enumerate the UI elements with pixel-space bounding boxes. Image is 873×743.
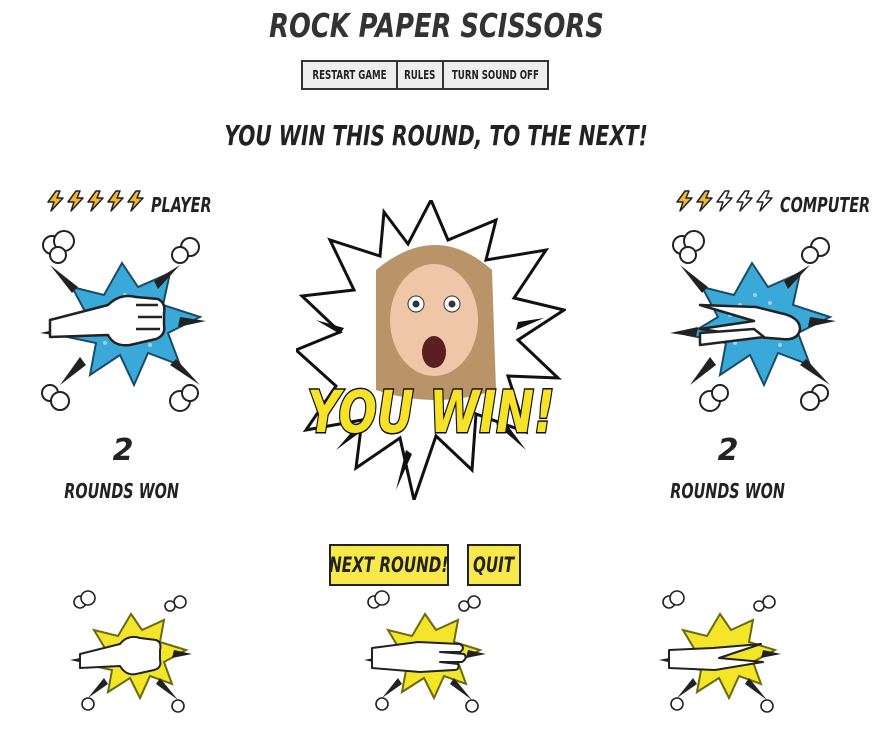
life-bolt-filled-icon: [107, 190, 124, 212]
sound-toggle-button[interactable]: TURN SOUND OFF: [442, 60, 549, 90]
computer-label: COMPUTER: [780, 193, 871, 217]
life-bolt-filled-icon: [67, 190, 84, 212]
quit-button[interactable]: QUIT: [467, 544, 521, 586]
player-label: PLAYER: [151, 193, 212, 217]
life-bolt-filled-icon: [87, 190, 104, 212]
computer-lives: [675, 190, 774, 212]
life-bolt-empty-icon: [716, 190, 733, 212]
player-rounds-won-label: ROUNDS WON: [64, 479, 180, 503]
life-bolt-filled-icon: [47, 190, 64, 212]
life-bolt-filled-icon: [696, 190, 713, 212]
computer-choice-scissors-icon: [670, 230, 836, 412]
restart-game-button[interactable]: RESTART GAME: [301, 60, 398, 90]
life-bolt-filled-icon: [127, 190, 144, 212]
choose-scissors-button[interactable]: [655, 588, 785, 718]
life-bolt-empty-icon: [736, 190, 753, 212]
game-title: ROCK PAPER SCISSORS: [269, 6, 604, 45]
scissors-icon: [659, 590, 781, 713]
player-lives: [46, 190, 145, 212]
round-message: YOU WIN THIS ROUND, TO THE NEXT!: [224, 119, 649, 152]
computer-rounds-won-label: ROUNDS WON: [670, 479, 786, 503]
rules-button[interactable]: RULES: [396, 60, 444, 90]
life-bolt-filled-icon: [676, 190, 693, 212]
top-toolbar: RESTART GAME RULES TURN SOUND OFF: [301, 60, 549, 90]
computer-score: 2: [717, 433, 739, 468]
player-score: 2: [112, 433, 134, 468]
choose-paper-button[interactable]: [360, 588, 490, 718]
rock-icon: [70, 590, 192, 713]
next-round-button[interactable]: NEXT ROUND!: [329, 544, 449, 586]
player-choice-rock-icon: [40, 230, 206, 412]
paper-icon: [364, 590, 486, 713]
choose-rock-button[interactable]: [66, 588, 196, 718]
you-win-result-image: YOU WIN!: [296, 200, 566, 500]
life-bolt-empty-icon: [756, 190, 773, 212]
you-win-banner: YOU WIN!: [307, 380, 554, 447]
